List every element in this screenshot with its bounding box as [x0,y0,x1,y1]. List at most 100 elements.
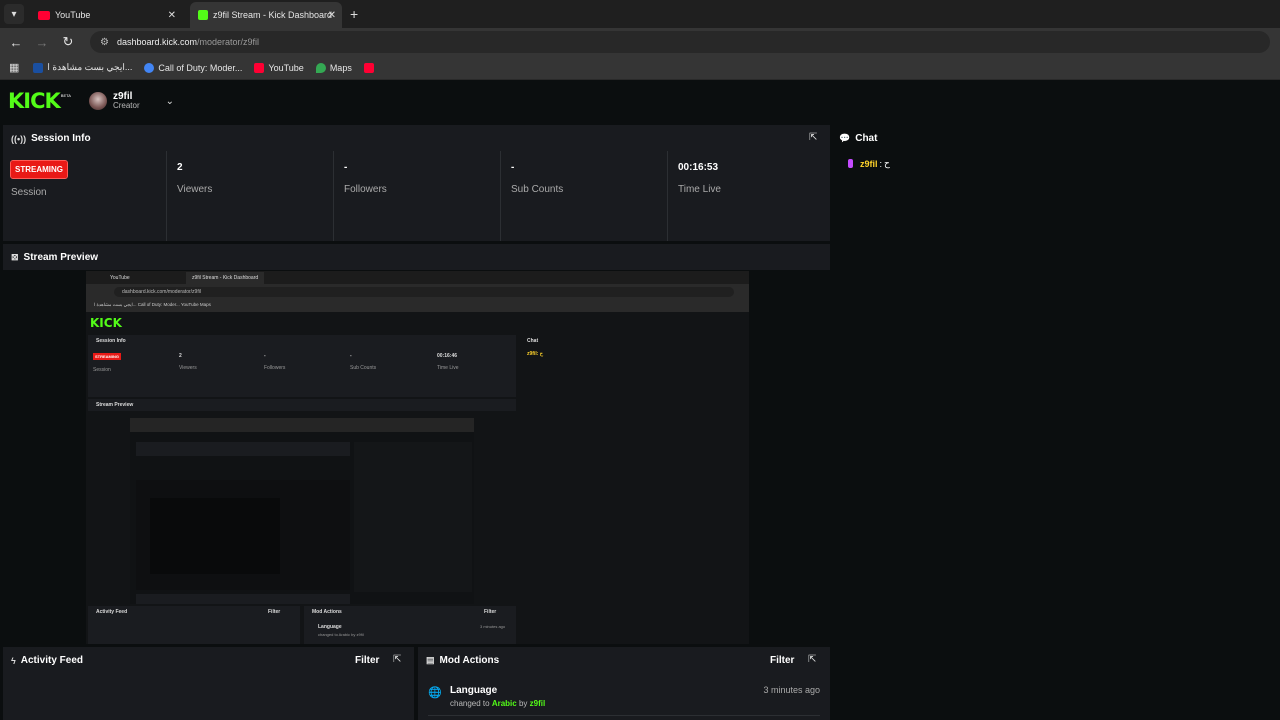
browser-toolbar: ← → ↻ ⚙ dashboard.kick.com/moderator/z9f… [0,28,1280,56]
stat-label: Sub Counts [511,184,564,195]
kick-logo[interactable]: KICK [8,89,61,113]
popout-icon[interactable]: ⇱ [393,654,401,665]
google-icon [144,62,155,73]
browser-tab-bar: ▾ YouTube ✕ z9fil Stream - Kick Dashboar… [0,0,1280,28]
bookmark-egybest[interactable]: ايجي بست مشاهدة ا... [33,62,132,73]
stat-value: 2 [177,162,183,173]
nested-tab: YouTube [110,275,130,281]
back-icon[interactable]: ← [4,35,28,50]
tab-search-chevron-icon[interactable]: ▾ [4,4,24,24]
stat-value: 00:16:53 [678,162,719,173]
filter-button[interactable]: Filter [770,655,794,666]
filter-button[interactable]: Filter [355,655,379,666]
stream-video[interactable]: YouTube z9fil Stream - Kick Dashboard da… [86,271,749,644]
popout-icon[interactable]: ⇱ [808,654,816,665]
chat-separator: : [879,158,883,169]
nested-badge: STREAMING [93,353,121,360]
stat-label: Followers [344,184,387,195]
close-tab-icon[interactable]: ✕ [168,10,176,21]
stat-label: Time Live [678,184,721,195]
nested-session-panel: Session Info STREAMING Session 2 Viewers… [88,335,516,397]
chat-panel: 💬 Chat z9fil : ح [834,125,1280,720]
nested-label: Session [93,367,111,373]
mod-action-user[interactable]: z9fil [530,699,546,708]
chat-message[interactable]: z9fil : ح [848,158,890,169]
nested-label: Time Live [437,365,459,371]
preview-header: ⊠ Stream Preview [3,244,830,270]
nested-chat-title: Chat [527,338,539,344]
bookmarks-bar: ▦ ايجي بست مشاهدة ا... Call of Duty: Mod… [0,56,1280,80]
badge-icon [848,159,853,168]
panel-title: ((•)) Session Info [11,133,91,144]
panel-title: 💬 Chat [839,133,878,144]
new-tab-button[interactable]: + [350,6,358,22]
tab-title: z9fil Stream - Kick Dashboard [213,10,333,20]
divider [428,715,820,716]
globe-icon: 🌐 [428,687,442,699]
reload-icon[interactable]: ↻ [56,34,80,50]
session-info-panel: ((•)) Session Info ⇱ STREAMING Session 2… [3,125,830,241]
stat-sub-counts: - Sub Counts [500,151,667,241]
apps-grid-icon[interactable]: ▦ [9,61,19,74]
stat-time-live: 00:16:53 Time Live [667,151,830,241]
nested-chat-panel: Chat z9fil: ح [519,335,749,644]
tab-title: YouTube [55,10,91,20]
nested-activity-panel: Activity Feed Filter [88,606,300,644]
address-bar[interactable]: ⚙ dashboard.kick.com/moderator/z9fil [90,31,1270,53]
nested-label: Followers [264,365,286,371]
kick-header: KICK BETA z9fil Creator ⌄ [0,81,1280,121]
nested-url: dashboard.kick.com/moderator/z9fil [114,287,734,297]
session-label: Session [11,187,47,198]
stat-viewers: 2 Viewers [166,151,333,241]
tab-youtube[interactable]: YouTube ✕ [30,2,182,28]
nested-title: Session Info [96,338,126,344]
user-role: Creator [112,101,140,111]
mod-action-value: Arabic [491,699,517,708]
nested-value: - [264,353,266,359]
youtube-icon [363,62,374,73]
chat-username[interactable]: z9fil [860,159,878,169]
clipboard-icon: ▤ [426,655,435,665]
chevron-down-icon[interactable]: ⌄ [166,96,174,107]
maps-icon [315,62,326,73]
nested-mod-time: 3 minutes ago [480,624,506,629]
bookmark-call-of-duty[interactable]: Call of Duty: Moder... [144,62,242,73]
nested-tab: z9fil Stream - Kick Dashboard [186,272,265,284]
youtube-icon [254,62,265,73]
nested-value: - [350,353,352,359]
panel-title: ϟ Activity Feed [11,655,84,666]
nested-stream-video [130,418,474,604]
tab-kick-dashboard[interactable]: z9fil Stream - Kick Dashboard ✕ [190,2,342,28]
popout-icon[interactable]: ⇱ [809,132,817,143]
stat-value: - [344,162,348,173]
forward-icon[interactable]: → [30,35,54,50]
nested-filter: Filter [268,609,281,615]
nested-browser-chrome: YouTube z9fil Stream - Kick Dashboard da… [86,271,749,312]
nested-filter: Filter [484,609,497,615]
nested-value: 00:16:46 [437,353,458,359]
site-icon [33,62,44,73]
site-info-icon[interactable]: ⚙ [100,37,109,48]
nested-kick-logo: KICK [90,316,122,330]
bookmark-maps[interactable]: Maps [315,62,352,73]
stat-label: Viewers [177,184,213,195]
nested-mod-item: Language [318,624,342,630]
mod-actions-panel: ▤ Mod Actions Filter ⇱ 🌐 Language change… [418,647,830,720]
bolt-icon: ϟ [11,655,16,666]
bookmark-youtube[interactable]: YouTube [254,62,304,73]
mod-action-title: Language [450,685,498,696]
nested-mod-title: Mod Actions [312,609,342,615]
bookmark-youtube-2[interactable] [363,62,378,73]
close-tab-icon[interactable]: ✕ [328,10,336,21]
url-host: dashboard.kick.com [116,37,198,47]
panel-title: ▤ Mod Actions [426,655,500,666]
channel-switcher[interactable]: z9fil Creator [113,91,140,111]
nested-label: Viewers [179,365,197,371]
youtube-icon [38,10,50,20]
avatar[interactable] [88,92,107,110]
kick-icon [198,10,208,20]
chat-text: ح [884,158,890,168]
nested-activity-title: Activity Feed [96,609,128,615]
crosshair-icon: ⊠ [11,252,19,262]
url-path: /moderator/z9fil [197,37,260,47]
